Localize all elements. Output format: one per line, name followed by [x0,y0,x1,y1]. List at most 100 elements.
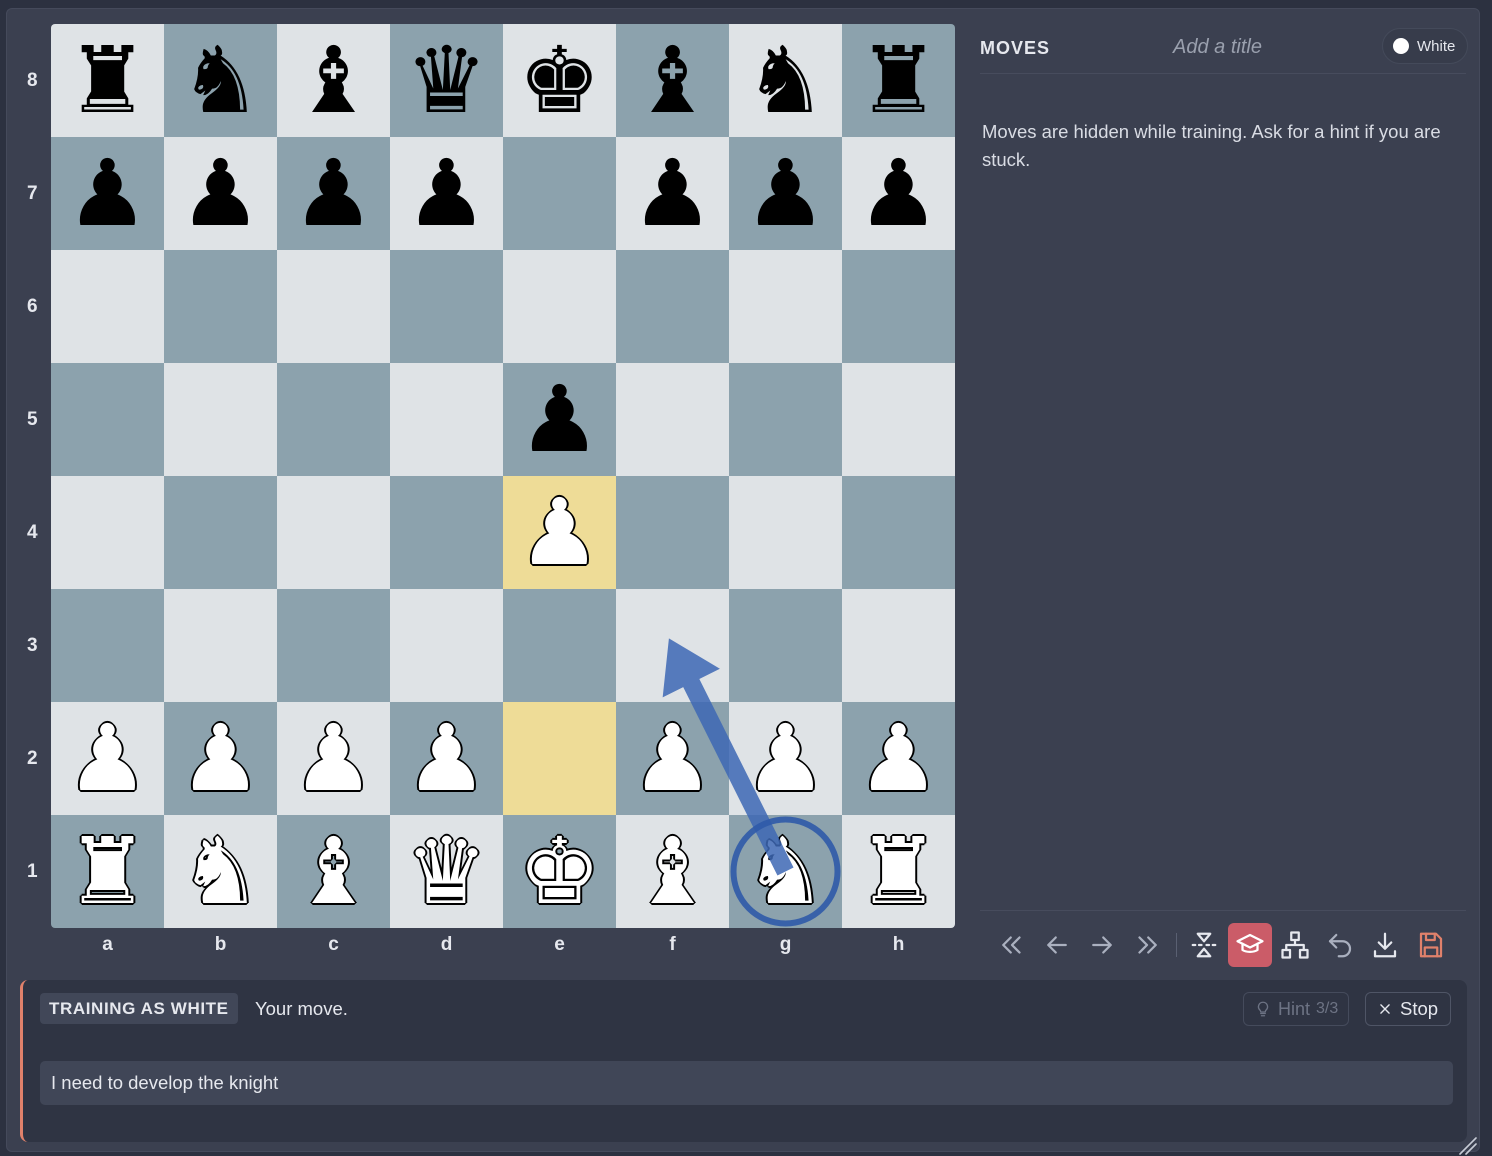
square-a6[interactable] [51,250,164,363]
black-king-icon[interactable]: ♚ [518,34,600,127]
square-d6[interactable] [390,250,503,363]
square-d1[interactable]: ♛ [390,815,503,928]
training-button[interactable] [1228,923,1272,967]
square-b4[interactable] [164,476,277,589]
square-e8[interactable]: ♚ [503,24,616,137]
square-b7[interactable]: ♟ [164,137,277,250]
white-knight-icon[interactable]: ♞ [179,825,261,918]
black-queen-icon[interactable]: ♛ [405,34,487,127]
white-bishop-icon[interactable]: ♝ [292,825,374,918]
square-h2[interactable]: ♟ [842,702,955,815]
square-f2[interactable]: ♟ [616,702,729,815]
square-g3[interactable] [729,589,842,702]
square-a2[interactable]: ♟ [51,702,164,815]
white-pawn-icon[interactable]: ♟ [179,712,261,805]
square-b6[interactable] [164,250,277,363]
black-pawn-icon[interactable]: ♟ [744,147,826,240]
white-pawn-icon[interactable]: ♟ [631,712,713,805]
square-g8[interactable]: ♞ [729,24,842,137]
training-input[interactable] [40,1061,1453,1105]
square-f6[interactable] [616,250,729,363]
black-knight-icon[interactable]: ♞ [744,34,826,127]
white-pawn-icon[interactable]: ♟ [857,712,939,805]
square-b3[interactable] [164,589,277,702]
first-move-button[interactable] [990,923,1034,967]
black-pawn-icon[interactable]: ♟ [518,373,600,466]
undo-button[interactable] [1318,923,1362,967]
square-d4[interactable] [390,476,503,589]
white-rook-icon[interactable]: ♜ [66,825,148,918]
square-g2[interactable]: ♟ [729,702,842,815]
hint-button[interactable]: Hint 3/3 [1243,992,1350,1026]
square-g7[interactable]: ♟ [729,137,842,250]
square-d5[interactable] [390,363,503,476]
square-c7[interactable]: ♟ [277,137,390,250]
square-b1[interactable]: ♞ [164,815,277,928]
square-g1[interactable]: ♞ [729,815,842,928]
square-e4[interactable]: ♟ [503,476,616,589]
square-h3[interactable] [842,589,955,702]
black-pawn-icon[interactable]: ♟ [179,147,261,240]
square-f1[interactable]: ♝ [616,815,729,928]
square-f4[interactable] [616,476,729,589]
side-toggle[interactable]: White [1382,28,1469,64]
white-pawn-icon[interactable]: ♟ [744,712,826,805]
square-e3[interactable] [503,589,616,702]
black-bishop-icon[interactable]: ♝ [292,34,374,127]
square-c1[interactable]: ♝ [277,815,390,928]
square-e5[interactable]: ♟ [503,363,616,476]
square-h8[interactable]: ♜ [842,24,955,137]
white-pawn-icon[interactable]: ♟ [405,712,487,805]
square-h7[interactable]: ♟ [842,137,955,250]
square-g4[interactable] [729,476,842,589]
square-f7[interactable]: ♟ [616,137,729,250]
black-rook-icon[interactable]: ♜ [66,34,148,127]
square-c4[interactable] [277,476,390,589]
square-a7[interactable]: ♟ [51,137,164,250]
title-input[interactable] [1130,32,1305,62]
black-pawn-icon[interactable]: ♟ [66,147,148,240]
white-rook-icon[interactable]: ♜ [857,825,939,918]
square-a4[interactable] [51,476,164,589]
square-e1[interactable]: ♚ [503,815,616,928]
square-h1[interactable]: ♜ [842,815,955,928]
black-pawn-icon[interactable]: ♟ [405,147,487,240]
square-d7[interactable]: ♟ [390,137,503,250]
stop-button[interactable]: Stop [1365,992,1452,1026]
square-f3[interactable] [616,589,729,702]
white-king-icon[interactable]: ♚ [518,825,600,918]
white-queen-icon[interactable]: ♛ [405,825,487,918]
square-g5[interactable] [729,363,842,476]
square-h6[interactable] [842,250,955,363]
black-pawn-icon[interactable]: ♟ [631,147,713,240]
square-c6[interactable] [277,250,390,363]
square-f8[interactable]: ♝ [616,24,729,137]
square-g6[interactable] [729,250,842,363]
square-h4[interactable] [842,476,955,589]
square-c2[interactable]: ♟ [277,702,390,815]
square-h5[interactable] [842,363,955,476]
black-pawn-icon[interactable]: ♟ [857,147,939,240]
square-c5[interactable] [277,363,390,476]
square-b8[interactable]: ♞ [164,24,277,137]
black-rook-icon[interactable]: ♜ [857,34,939,127]
white-pawn-icon[interactable]: ♟ [518,486,600,579]
square-c8[interactable]: ♝ [277,24,390,137]
square-e2[interactable] [503,702,616,815]
black-knight-icon[interactable]: ♞ [179,34,261,127]
square-a5[interactable] [51,363,164,476]
square-c3[interactable] [277,589,390,702]
square-a8[interactable]: ♜ [51,24,164,137]
chess-board[interactable]: ♜ ♞ ♝ ♛ ♚ ♝ ♞ ♜ ♟ ♟ ♟ ♟ ♟ ♟ ♟ ♟ ♟ ♟ ♟ ♟ ♟ ♟ ♟ ♟ ♜ ♞ ♝ ♛ ♚ ♝ ♞ ♜ [51,24,955,928]
prev-move-button[interactable] [1035,923,1079,967]
flip-board-button[interactable] [1182,923,1226,967]
square-a3[interactable] [51,589,164,702]
black-pawn-icon[interactable]: ♟ [292,147,374,240]
square-a1[interactable]: ♜ [51,815,164,928]
white-knight-icon[interactable]: ♞ [744,825,826,918]
square-e7[interactable] [503,137,616,250]
square-e6[interactable] [503,250,616,363]
tree-view-button[interactable] [1273,923,1317,967]
save-button[interactable] [1409,923,1453,967]
last-move-button[interactable] [1125,923,1169,967]
